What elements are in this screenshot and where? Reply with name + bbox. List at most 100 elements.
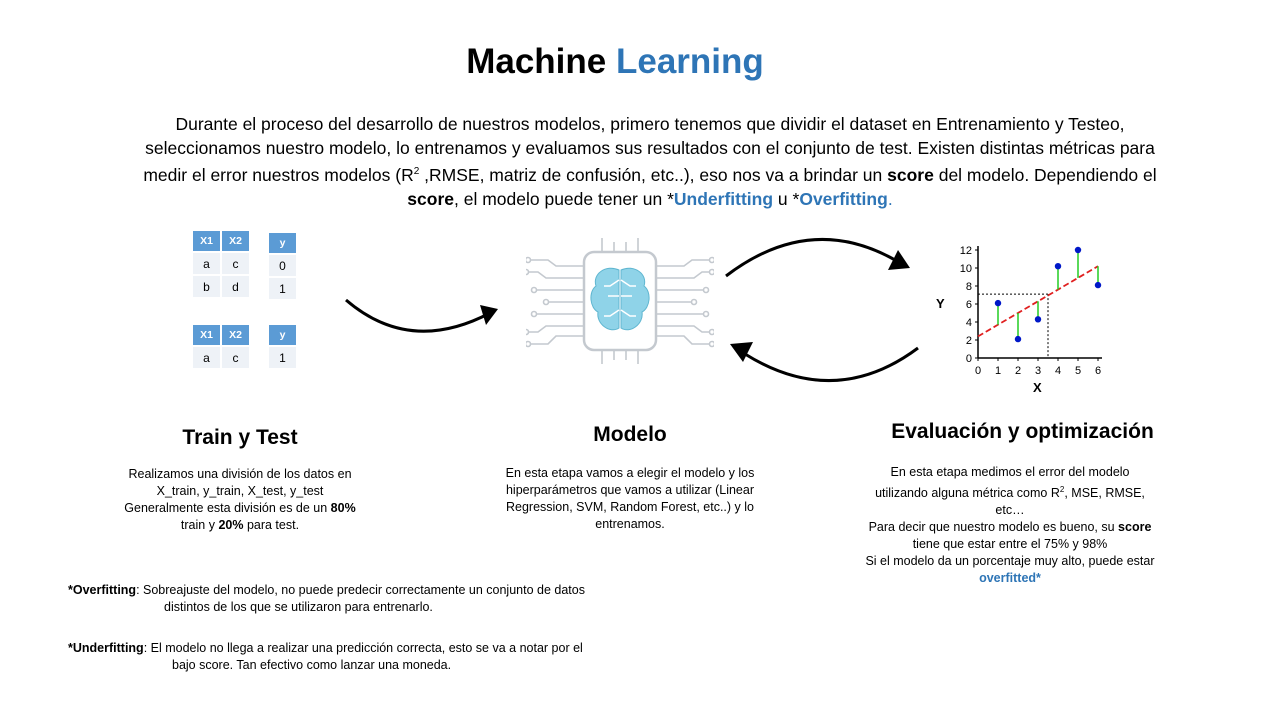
section-line: etc… [995,503,1025,518]
section-text-model: En esta etapa vamos a elegir el modelo y… [480,465,780,533]
y-tick-label: 6 [966,299,972,311]
note-term: *Overfitting [68,583,137,597]
section-title-evaluation: Evaluación y optimización [891,420,1154,443]
intro-underfitting: Underfitting [673,188,774,209]
table-header: X1 [193,325,220,345]
x-tick-label: 6 [1095,365,1101,377]
arrow-back-to-model-icon [730,342,919,383]
test-target-table: y 1 [267,323,298,370]
table-header: y [269,233,296,253]
y-tick-label: 4 [966,317,972,329]
table-cell: 1 [269,347,296,368]
x-tick-label: 4 [1055,365,1061,377]
section-line: entrenamos. [595,517,665,531]
intro-line: score, el modelo puede tener un *Underfi… [100,187,1200,211]
intro-line: seleccionamos nuestro modelo, lo entrena… [145,138,1155,158]
section-line: Generalmente esta división es de un 80% [100,500,380,517]
table-cell: a [193,253,220,274]
intro-score: score [887,164,934,185]
section-line: Regression, SVM, Random Forest, etc..) y… [505,500,754,514]
table-cell: b [193,276,220,297]
y-tick-label: 2 [966,335,972,347]
section-line: En esta etapa vamos a elegir el modelo y… [505,466,755,480]
x-tick-label: 1 [995,365,1001,377]
score-word: score [1118,520,1152,535]
section-text: para test. [243,518,300,532]
note-text: : Sobreajuste del modelo, no puede prede… [136,583,585,597]
table-header: X2 [222,231,249,251]
percentage: 20% [218,518,244,532]
note-text: : El modelo no llega a realizar una pred… [143,641,583,655]
y-tick-label: 0 [966,353,972,365]
brain-chip-icon [526,238,714,364]
intro-text: , el modelo puede tener un * [454,188,674,209]
intro-text: ,RMSE, matriz de confusión, etc..), eso … [419,164,888,185]
x-tick-label: 2 [1015,365,1021,377]
note-line: bajo score. Tan efectivo como lanzar una… [172,658,452,672]
x-tick-label: 3 [1035,365,1041,377]
overfitting-note: *Overfitting: Sobreajuste del modelo, no… [68,582,668,616]
intro-text: del modelo. Dependiendo el [933,164,1157,185]
train-features-table: X1 X2 ac bd [191,229,251,299]
underfitting-note: *Underfitting: El modelo no llega a real… [68,640,668,674]
section-line: overfitted* [840,570,1180,587]
overfitted-word: overfitted* [979,571,1041,586]
intro-paragraph: Durante el proceso del desarrollo de nue… [100,112,1200,211]
section-line: tiene que estar entre el 75% y 98% [912,537,1108,552]
intro-text: medir el error nuestros modelos (R [143,164,414,185]
section-text: train y [180,518,219,532]
section-text-train: Realizamos una división de los datos en … [100,466,380,534]
intro-line: medir el error nuestros modelos (R2 ,RMS… [100,160,1200,187]
intro-line: Durante el proceso del desarrollo de nue… [175,114,1125,134]
section-line: X_train, y_train, X_test, y_test [156,484,324,498]
table-cell: a [193,347,220,368]
page-title: Machine Learning [0,42,1230,82]
section-text: Para decir que nuestro modelo es bueno, … [868,520,1119,535]
note-line: *Overfitting: Sobreajuste del modelo, no… [68,582,668,599]
y-tick-label: 8 [966,281,972,293]
x-tick-label: 0 [975,365,981,377]
y-tick-label: 12 [960,245,972,257]
data-point [1094,281,1102,289]
intro-text: . [887,188,893,209]
section-text: Generalmente esta división es de un [124,501,331,515]
table-cell: c [222,253,249,274]
section-line: hiperparámetros que vamos a utilizar (Li… [505,483,755,497]
x-axis-label: X [1033,380,1042,395]
section-title-model: Modelo [593,423,667,446]
section-line: utilizando alguna métrica como R2, MSE, … [840,481,1180,502]
data-point [1014,335,1022,343]
section-title-train: Train y Test [182,426,298,449]
table-header: X1 [193,231,220,251]
data-point [1074,246,1082,254]
section-line: train y 20% para test. [100,517,380,534]
arrow-to-model-icon [345,298,498,333]
table-header: X2 [222,325,249,345]
intro-score: score [407,188,454,209]
test-features-table: X1 X2 ac [191,323,251,370]
intro-text: u * [773,188,800,209]
section-line: Si el modelo da un porcentaje muy alto, … [865,554,1155,569]
note-term: *Underfitting [68,641,144,655]
section-text: utilizando alguna métrica como R [875,486,1060,501]
section-text: , MSE, RMSE, [1064,486,1145,501]
table-cell: 1 [269,278,296,299]
section-line: Realizamos una división de los datos en [128,467,352,481]
section-line: En esta etapa medimos el error del model… [890,465,1130,479]
y-tick-label: 10 [960,263,972,275]
x-tick-label: 5 [1075,365,1081,377]
intro-overfitting: Overfitting [799,188,888,209]
table-header: y [269,325,296,345]
note-line: distintos de los que se utilizaron para … [164,600,433,614]
title-word-1: Machine [466,42,607,81]
train-target-table: y 0 1 [267,231,298,301]
data-point [994,299,1002,307]
data-point [1054,263,1062,270]
section-text-evaluation: En esta etapa medimos el error del model… [840,464,1180,587]
table-cell: d [222,276,249,297]
percentage: 80% [330,501,356,515]
title-word-2: Learning [615,42,764,81]
section-line: Para decir que nuestro modelo es bueno, … [840,519,1180,536]
regression-chart: Y X 0 1 2 3 4 5 6024681012 [936,245,1102,395]
arrow-to-evaluation-icon [725,237,910,278]
